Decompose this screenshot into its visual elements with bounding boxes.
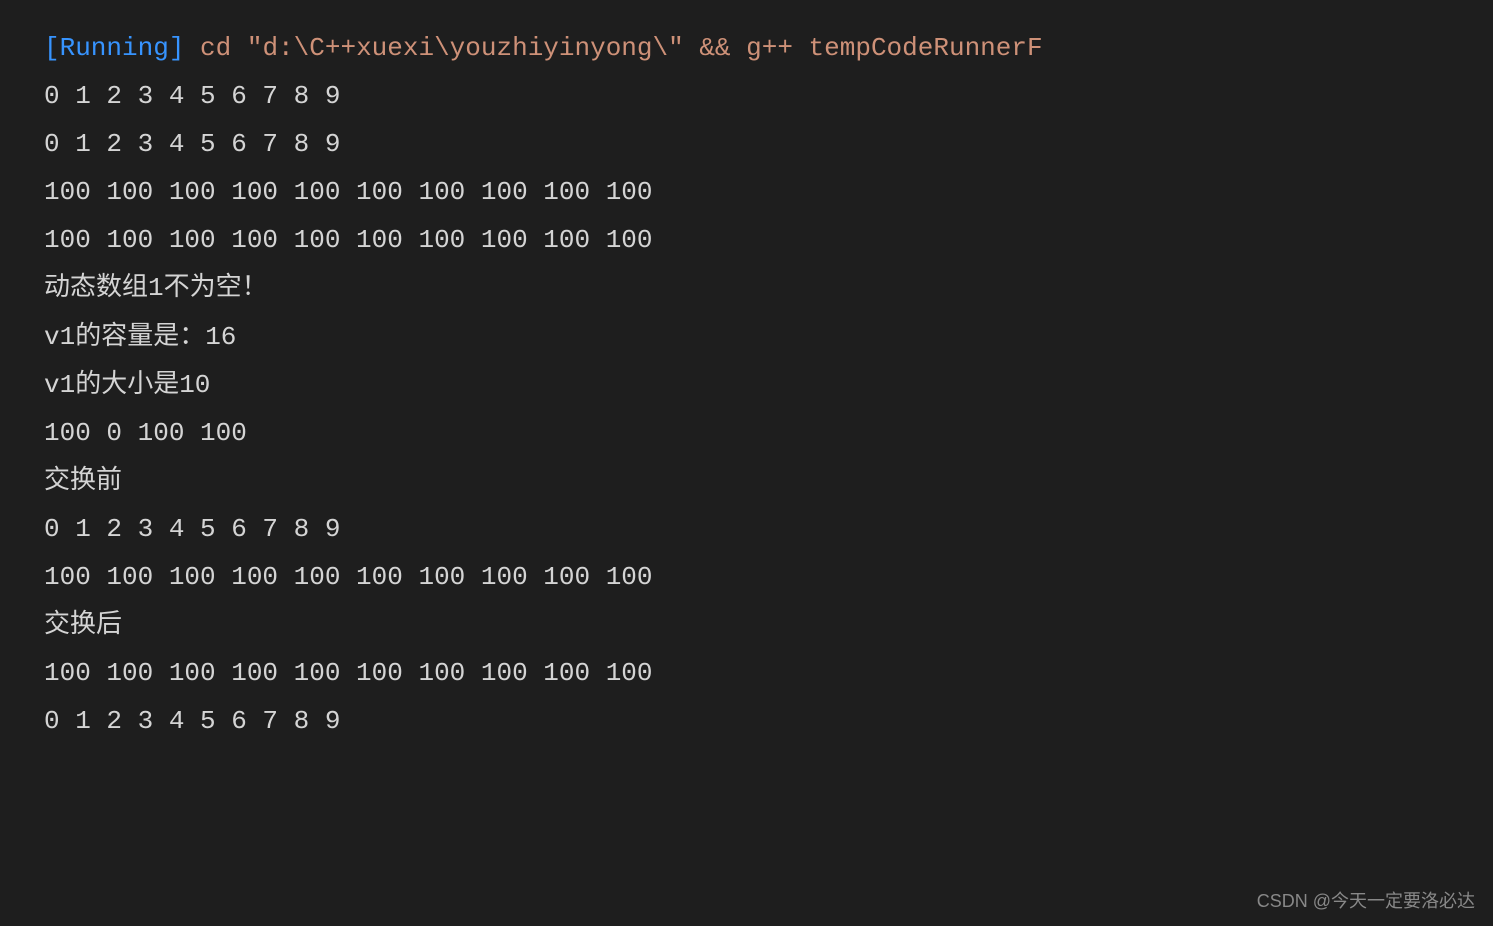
terminal-output: [Running] cd "d:\C++xuexi\youzhiyinyong\… bbox=[0, 0, 1493, 745]
output-line: 0 1 2 3 4 5 6 7 8 9 bbox=[44, 697, 1493, 745]
command-text: cd "d:\C++xuexi\youzhiyinyong\" && g++ t… bbox=[184, 33, 1042, 63]
output-line: 100 0 100 100 bbox=[44, 409, 1493, 457]
output-line: 100 100 100 100 100 100 100 100 100 100 bbox=[44, 216, 1493, 264]
watermark: CSDN @今天一定要洛必达 bbox=[1257, 885, 1475, 918]
output-line: 动态数组1不为空！ bbox=[44, 264, 1493, 312]
output-line: v1的容量是：16 bbox=[44, 313, 1493, 361]
command-line: [Running] cd "d:\C++xuexi\youzhiyinyong\… bbox=[44, 24, 1493, 72]
output-line: 0 1 2 3 4 5 6 7 8 9 bbox=[44, 120, 1493, 168]
output-line: 0 1 2 3 4 5 6 7 8 9 bbox=[44, 505, 1493, 553]
output-line: 交换前 bbox=[44, 457, 1493, 505]
output-line: 0 1 2 3 4 5 6 7 8 9 bbox=[44, 72, 1493, 120]
running-status: [Running] bbox=[44, 33, 184, 63]
output-line: 100 100 100 100 100 100 100 100 100 100 bbox=[44, 168, 1493, 216]
output-line: 100 100 100 100 100 100 100 100 100 100 bbox=[44, 553, 1493, 601]
output-line: v1的大小是10 bbox=[44, 361, 1493, 409]
output-line: 交换后 bbox=[44, 601, 1493, 649]
output-line: 100 100 100 100 100 100 100 100 100 100 bbox=[44, 649, 1493, 697]
